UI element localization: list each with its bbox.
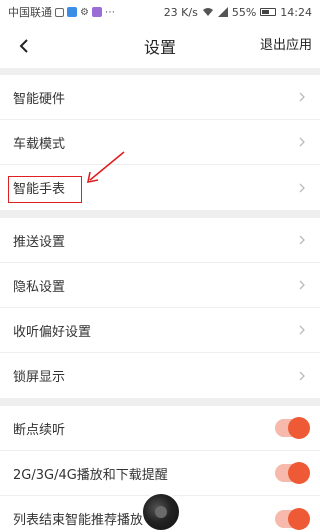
- settings-group-general: 推送设置 隐私设置 收听偏好设置 锁屏显示: [0, 218, 320, 398]
- status-left: 中国联通 ⚙ ⋯: [8, 4, 115, 20]
- carrier-label: 中国联通: [8, 6, 52, 19]
- highlight-box: [8, 176, 82, 203]
- resume-playback-toggle[interactable]: [275, 417, 310, 439]
- mobile-data-reminder-toggle[interactable]: [275, 462, 310, 484]
- network-speed: 23 K/s: [163, 5, 198, 19]
- settings-item-label: 锁屏显示: [13, 370, 66, 385]
- battery-level: [262, 10, 269, 14]
- mini-player-button[interactable]: [141, 492, 181, 532]
- settings-item-privacy[interactable]: 隐私设置: [0, 263, 320, 308]
- settings-item-listening-preferences[interactable]: 收听偏好设置: [0, 308, 320, 353]
- chevron-left-icon: [19, 39, 28, 53]
- settings-item-label: 列表结束智能推荐播放: [13, 513, 144, 528]
- toggle-knob: [288, 417, 310, 439]
- chevron-right-icon: [299, 371, 305, 380]
- settings-item-label: 断点续听: [13, 422, 66, 438]
- nav-bar: 设置 退出应用: [0, 24, 320, 68]
- settings-item-label: 推送设置: [13, 234, 66, 250]
- chevron-right-icon: [299, 137, 305, 147]
- app-badge-icon: [91, 7, 102, 17]
- more-notifications-icon: ⋯: [104, 6, 115, 18]
- settings-notification-icon: ⚙: [80, 6, 89, 18]
- settings-item-smart-watch[interactable]: 智能手表: [0, 165, 320, 210]
- settings-item-label: 收听偏好设置: [13, 324, 92, 340]
- auto-recommend-toggle[interactable]: [275, 507, 310, 530]
- chevron-right-icon: [299, 325, 305, 335]
- notification-icon: [55, 7, 64, 17]
- album-art-icon: [155, 506, 167, 518]
- settings-item-lock-screen[interactable]: 锁屏显示: [0, 353, 320, 398]
- settings-item-push[interactable]: 推送设置: [0, 218, 320, 263]
- wifi-icon: [202, 8, 213, 16]
- settings-item-mobile-data-reminder: 2G/3G/4G播放和下载提醒: [0, 451, 320, 496]
- toggle-knob: [288, 507, 310, 530]
- back-button[interactable]: [10, 32, 38, 60]
- settings-item-smart-hardware[interactable]: 智能硬件: [0, 75, 320, 120]
- settings-item-resume-playback: 断点续听: [0, 406, 320, 451]
- annotation-arrow-icon: [86, 151, 125, 184]
- chevron-right-icon: [299, 183, 305, 192]
- toggle-knob: [288, 462, 310, 484]
- app-notification-icon: [67, 7, 77, 17]
- settings-item-car-mode[interactable]: 车载模式: [0, 120, 320, 165]
- chevron-right-icon: [299, 280, 305, 290]
- settings-item-label: 隐私设置: [13, 279, 66, 295]
- page-title: 设置: [143, 38, 176, 57]
- battery-percent: 55%: [231, 5, 257, 19]
- status-bar: 中国联通 ⚙ ⋯ 23 K/s 55% 14:24: [0, 0, 320, 24]
- clock: 14:24: [280, 5, 312, 19]
- battery-icon: [260, 8, 277, 16]
- chevron-right-icon: [299, 235, 305, 245]
- status-right: 23 K/s 55% 14:24: [164, 6, 312, 19]
- logout-button[interactable]: 退出应用: [260, 24, 312, 68]
- settings-group-hardware: 智能硬件 车载模式 智能手表: [0, 75, 320, 210]
- settings-item-label: 2G/3G/4G播放和下载提醒: [13, 467, 168, 483]
- chevron-right-icon: [299, 92, 305, 102]
- settings-item-label: 车载模式: [13, 136, 66, 152]
- settings-item-label: 智能硬件: [13, 91, 66, 107]
- signal-icon: [217, 7, 228, 17]
